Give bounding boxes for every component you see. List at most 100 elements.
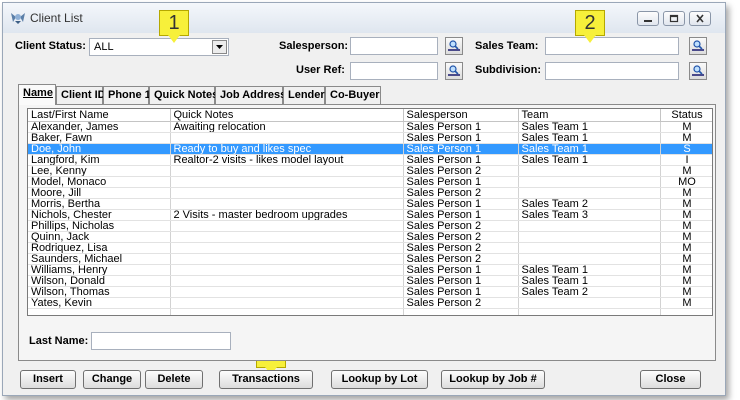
subdivision-field[interactable] bbox=[545, 62, 679, 80]
sales-team-field[interactable] bbox=[545, 37, 679, 55]
table-cell: Baker, Fawn bbox=[28, 132, 171, 144]
table-cell: Sales Team 2 bbox=[518, 286, 661, 298]
table-cell bbox=[518, 231, 661, 243]
tab-label: Co-Buyer bbox=[330, 89, 380, 101]
table-row[interactable]: Wilson, Donald Sales Person 1 Sales Team 1… bbox=[28, 275, 712, 287]
table-cell: Alexander, James bbox=[28, 121, 171, 133]
table-cell: M bbox=[660, 231, 712, 243]
column-header-status[interactable]: Status bbox=[660, 109, 712, 122]
table-cell: M bbox=[660, 198, 712, 210]
tab-client-id[interactable]: Client ID bbox=[56, 86, 106, 104]
column-header-quick-notes[interactable]: Quick Notes bbox=[170, 109, 404, 122]
tab-phone-1[interactable]: Phone 1 bbox=[103, 86, 151, 104]
lookup-by-job-button[interactable]: Lookup by Job # bbox=[441, 370, 545, 389]
table-cell: Sales Person 2 bbox=[403, 231, 519, 243]
table-cell: M bbox=[660, 165, 712, 177]
table-cell bbox=[170, 242, 404, 254]
column-header-salesperson[interactable]: Salesperson bbox=[403, 109, 519, 122]
table-cell bbox=[518, 308, 661, 315]
table-row[interactable]: Quinn, Jack Sales Person 2 M bbox=[28, 231, 712, 243]
table-cell: Wilson, Thomas bbox=[28, 286, 171, 298]
client-status-select[interactable]: ALL bbox=[89, 38, 229, 56]
table-row[interactable]: Nichols, Chester 2 Visits - master bedroo… bbox=[28, 209, 712, 221]
tab-co-buyer[interactable]: Co-Buyer bbox=[325, 86, 381, 104]
magnifier-icon bbox=[692, 40, 704, 51]
column-header-name[interactable]: Last/First Name bbox=[28, 109, 171, 122]
transactions-button[interactable]: Transactions bbox=[219, 370, 313, 389]
column-header-team[interactable]: Team bbox=[518, 109, 661, 122]
table-cell: M bbox=[660, 209, 712, 221]
table-cell bbox=[170, 165, 404, 177]
user-ref-lookup-button[interactable] bbox=[445, 62, 463, 80]
table-cell: Williams, Henry bbox=[28, 264, 171, 276]
table-cell bbox=[170, 176, 404, 188]
table-cell bbox=[170, 275, 404, 287]
table-cell: Sales Team 3 bbox=[518, 209, 661, 221]
minimize-button[interactable] bbox=[637, 11, 659, 26]
table-cell: Saunders, Michael bbox=[28, 253, 171, 265]
lookup-by-lot-button[interactable]: Lookup by Lot bbox=[331, 370, 428, 389]
table-cell: Ready to buy and likes spec bbox=[170, 143, 404, 155]
sales-team-label: Sales Team: bbox=[475, 40, 539, 52]
tab-label: Client ID bbox=[61, 89, 106, 101]
table-row[interactable]: Lee, Kenny Sales Person 2 M bbox=[28, 165, 712, 177]
maximize-button[interactable] bbox=[663, 11, 685, 26]
table-cell: Sales Person 1 bbox=[403, 176, 519, 188]
table-row[interactable]: Baker, Fawn Sales Person 1 Sales Team 1M bbox=[28, 132, 712, 144]
grid-body: Alexander, James Awaiting relocation Sales… bbox=[28, 121, 712, 315]
table-row[interactable]: Saunders, Michael Sales Person 2 M bbox=[28, 253, 712, 265]
tab-lender[interactable]: Lender bbox=[283, 86, 325, 104]
client-status-label: Client Status: bbox=[15, 40, 86, 52]
table-cell: Sales Person 2 bbox=[403, 165, 519, 177]
table-row[interactable]: Rodriquez, Lisa Sales Person 2 M bbox=[28, 242, 712, 254]
table-row[interactable]: Phillips, Nicholas Sales Person 2 M bbox=[28, 220, 712, 232]
salesperson-field[interactable] bbox=[350, 37, 438, 55]
last-name-field[interactable] bbox=[91, 332, 231, 350]
table-cell: Langford, Kim bbox=[28, 154, 171, 166]
maximize-icon bbox=[669, 14, 679, 23]
magnifier-icon bbox=[692, 65, 704, 76]
table-row[interactable] bbox=[28, 308, 712, 315]
table-row[interactable]: Model, Monaco Sales Person 1 MO bbox=[28, 176, 712, 188]
table-cell bbox=[170, 264, 404, 276]
close-button[interactable]: Close bbox=[640, 370, 701, 389]
close-window-button[interactable] bbox=[689, 11, 711, 26]
salesperson-label: Salesperson: bbox=[279, 40, 349, 52]
table-cell: Realtor-2 visits - likes model layout bbox=[170, 154, 404, 166]
table-row[interactable]: Williams, Henry Sales Person 1 Sales Team … bbox=[28, 264, 712, 276]
client-status-value: ALL bbox=[94, 41, 114, 53]
subdivision-lookup-button[interactable] bbox=[689, 62, 707, 80]
client-table: Last/First Name Quick Notes Salesperson … bbox=[28, 109, 712, 315]
salesperson-lookup-button[interactable] bbox=[445, 37, 463, 55]
table-cell: Sales Person 1 bbox=[403, 286, 519, 298]
user-ref-field[interactable] bbox=[350, 62, 438, 80]
tab-quick-notes[interactable]: Quick Notes bbox=[149, 86, 219, 104]
table-row[interactable]: Wilson, Thomas Sales Person 1 Sales Team 2… bbox=[28, 286, 712, 298]
table-row[interactable]: Langford, Kim Realtor-2 visits - likes mo… bbox=[28, 154, 712, 166]
client-grid[interactable]: Last/First Name Quick Notes Salesperson … bbox=[27, 108, 713, 316]
title-bar[interactable]: Client List bbox=[3, 3, 725, 33]
table-cell: Sales Person 2 bbox=[403, 297, 519, 309]
table-cell: M bbox=[660, 286, 712, 298]
client-status-dropdown-button[interactable] bbox=[212, 40, 227, 54]
tab-label: Phone 1 bbox=[108, 89, 151, 101]
tab-label: Name bbox=[23, 87, 53, 99]
delete-button[interactable]: Delete bbox=[145, 370, 203, 389]
tab-label: Quick Notes bbox=[154, 89, 219, 101]
table-cell: Sales Person 1 bbox=[403, 198, 519, 210]
change-button[interactable]: Change bbox=[83, 370, 141, 389]
tab-job-address[interactable]: Job Address bbox=[215, 86, 286, 104]
table-row[interactable]: Yates, Kevin Sales Person 2 M bbox=[28, 297, 712, 309]
table-cell bbox=[660, 308, 712, 315]
table-cell: Moore, Jill bbox=[28, 187, 171, 199]
table-row[interactable]: Moore, Jill Sales Person 2 M bbox=[28, 187, 712, 199]
sales-team-lookup-button[interactable] bbox=[689, 37, 707, 55]
table-cell bbox=[518, 253, 661, 265]
table-cell: Sales Person 2 bbox=[403, 253, 519, 265]
insert-button[interactable]: Insert bbox=[20, 370, 76, 389]
table-row[interactable]: Morris, Bertha Sales Person 1 Sales Team 2… bbox=[28, 198, 712, 210]
tab-name[interactable]: Name bbox=[18, 84, 56, 105]
table-row[interactable]: Doe, John Ready to buy and likes spec Sale… bbox=[28, 143, 712, 155]
table-row[interactable]: Alexander, James Awaiting relocation Sales… bbox=[28, 121, 712, 133]
table-cell bbox=[28, 308, 171, 315]
